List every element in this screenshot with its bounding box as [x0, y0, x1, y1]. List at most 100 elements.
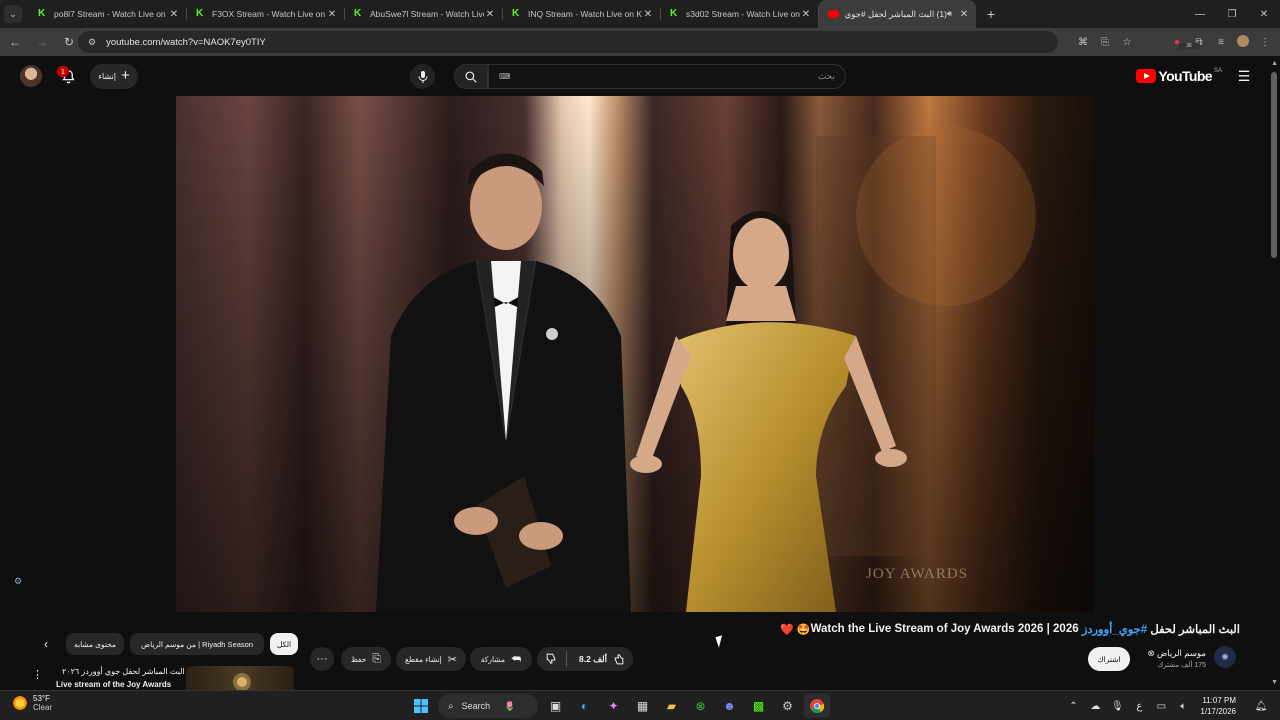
chrome-icon[interactable]	[803, 694, 830, 718]
share-button[interactable]: مشاركة ⮪	[470, 647, 532, 671]
translate-icon[interactable]: ⌘	[1072, 37, 1094, 48]
chip-related[interactable]: محتوى مشابه	[66, 633, 124, 655]
clock[interactable]: 11:07 PM 1/17/2026	[1200, 695, 1236, 717]
xbox-icon[interactable]: ⊗	[688, 694, 714, 718]
scroll-up-icon[interactable]: ▲	[1271, 60, 1278, 67]
video-player[interactable]: JOY AWARDS	[176, 96, 1094, 612]
dislike-button[interactable]	[545, 652, 558, 667]
more-icon: ···	[316, 653, 328, 665]
search-button[interactable]	[454, 64, 488, 89]
chevron-up-icon[interactable]: ⌃	[1062, 701, 1084, 712]
kebab-menu-icon[interactable]: ⋮	[32, 668, 43, 681]
tab-title: F3OX Stream - Watch Live on Kick	[212, 9, 326, 19]
voice-search-button[interactable]	[410, 64, 435, 89]
steam-icon[interactable]: ⚙	[775, 694, 801, 718]
network-icon[interactable]: ▭	[1150, 701, 1172, 712]
media-control-icon[interactable]: ≡	[1210, 37, 1232, 48]
forward-icon[interactable]: →	[30, 30, 54, 54]
extension-icon[interactable]: ● 36	[1166, 37, 1200, 49]
thumbs-up-icon	[614, 653, 624, 664]
store-icon[interactable]: ▦	[630, 694, 656, 718]
tab-search-button[interactable]: ⌄	[4, 5, 22, 23]
keyboard-icon[interactable]: ⌨	[499, 72, 511, 81]
chip-from-channel[interactable]: من موسم الرياض | Riyadh Season	[130, 633, 264, 655]
windows-start-icon[interactable]	[408, 694, 434, 718]
plus-icon: +	[121, 67, 130, 84]
close-icon[interactable]: ✕	[800, 9, 812, 20]
task-view-icon[interactable]: ▣	[543, 694, 569, 718]
close-icon[interactable]: ✕	[642, 9, 654, 20]
site-info-icon[interactable]: ⚙	[88, 37, 96, 48]
tab-title: (1) البث المباشر لحفل #جوي	[845, 8, 947, 19]
browser-tab-bar: ⌄ K po8l7 Stream - Watch Live on Kick ✕ …	[0, 0, 1280, 28]
bookmark-star-icon[interactable]: ☆	[1116, 37, 1138, 48]
video-title-hashtag[interactable]: #جوي_أووردز	[1082, 622, 1147, 636]
profile-avatar[interactable]	[1232, 34, 1254, 50]
url-text[interactable]: youtube.com/watch?v=NAOK7ey0TIY	[106, 37, 266, 48]
close-icon[interactable]: ✕	[168, 9, 180, 20]
recommendation-thumbnail[interactable]	[186, 666, 294, 690]
chip-all[interactable]: الكل	[270, 633, 298, 655]
subscribe-button[interactable]: اشتراك	[1088, 647, 1130, 671]
kick-app-icon[interactable]: ▩	[746, 694, 772, 718]
back-icon[interactable]: ←	[3, 30, 27, 54]
browser-tab-active[interactable]: (1) البث المباشر لحفل #جوي 🔊︎ ✕	[818, 0, 976, 28]
input-language[interactable]: ع	[1128, 701, 1150, 712]
recommendation-title-en[interactable]: Live stream of the Joy Awards	[56, 680, 171, 689]
tab-title: AbuSwe7l Stream - Watch Live on Kick	[370, 9, 484, 19]
search-input[interactable]: ⌨ بحث	[488, 64, 846, 89]
browser-tab[interactable]: K INQ Stream - Watch Live on Kick ✕	[502, 0, 660, 28]
close-icon[interactable]: ✕	[326, 9, 338, 20]
file-explorer-icon[interactable]: ▰	[659, 694, 685, 718]
youtube-logo[interactable]: YouTube SA	[1136, 68, 1222, 84]
clock-time: 11:07 PM	[1202, 696, 1236, 705]
omnibox[interactable]: ⚙ youtube.com/watch?v=NAOK7ey0TIY	[78, 31, 1058, 53]
create-button[interactable]: إنشاء +	[90, 64, 138, 89]
close-icon[interactable]: ✕	[484, 9, 496, 20]
youtube-icon	[828, 10, 839, 18]
microphone-icon[interactable]: 🎙︎	[1106, 701, 1128, 712]
like-button[interactable]: 8.2 ألف	[575, 653, 625, 666]
taskbar-search[interactable]: ⌕ Search 🌷	[438, 694, 538, 718]
new-tab-button[interactable]: +	[980, 3, 1002, 25]
channel-avatar[interactable]: ✺	[1214, 646, 1236, 668]
channel-name[interactable]: موسم الرياض ⊗	[1148, 648, 1206, 659]
scroll-down-icon[interactable]: ▼	[1271, 679, 1278, 686]
volume-icon[interactable]: 🔈︎	[1172, 701, 1194, 712]
speaker-icon[interactable]: 🔊︎	[947, 9, 952, 19]
notifications-bell-icon[interactable]: 🔔︎	[1250, 701, 1272, 712]
discord-icon[interactable]: ☻	[717, 694, 743, 718]
like-count: 8.2 ألف	[579, 653, 607, 664]
kick-icon: K	[38, 8, 46, 19]
clip-label: إنشاء مقطع	[405, 654, 442, 664]
taskbar-apps: ⌕ Search 🌷 ▣ ◐ ✦ ▦ ▰ ⊗ ☻ ▩ ⚙	[406, 694, 831, 718]
chevron-left-icon[interactable]: ‹	[38, 637, 54, 653]
close-window-icon[interactable]: ✕	[1248, 0, 1280, 28]
account-avatar[interactable]	[20, 65, 42, 87]
onedrive-icon[interactable]: ☁	[1084, 701, 1106, 712]
close-icon[interactable]: ✕	[958, 9, 970, 20]
minimize-icon[interactable]: —	[1184, 0, 1216, 28]
browser-tab[interactable]: K po8l7 Stream - Watch Live on Kick ✕	[28, 0, 186, 28]
hamburger-menu-icon[interactable]: ☰	[1234, 66, 1254, 86]
scrollbar-thumb[interactable]	[1271, 72, 1277, 258]
save-button[interactable]: حفظ ⎘	[341, 647, 391, 671]
install-icon[interactable]: ⎘	[1094, 37, 1116, 48]
weather-widget[interactable]: 53°F Clear	[12, 694, 52, 712]
flowers-icon: 🌷	[504, 700, 516, 711]
kebab-menu-icon[interactable]: ⋮	[1254, 37, 1276, 48]
video-title-prefix: البث المباشر لحفل	[1150, 624, 1240, 636]
more-actions-button[interactable]: ···	[310, 647, 334, 671]
browser-tab[interactable]: K F3OX Stream - Watch Live on Kick ✕	[186, 0, 344, 28]
clip-button[interactable]: إنشاء مقطع ✂	[396, 647, 466, 671]
restore-icon[interactable]: ❐	[1216, 0, 1248, 28]
page-widget-icon[interactable]: ⚙	[14, 576, 26, 590]
tab-title: INQ Stream - Watch Live on Kick	[528, 9, 642, 19]
browser-tab[interactable]: K AbuSwe7l Stream - Watch Live on Kick ✕	[344, 0, 502, 28]
browser-tab[interactable]: K s3d02 Stream - Watch Live on Kick ✕	[660, 0, 818, 28]
recommendation-title-ar[interactable]: البث المباشر لحفل جوي أووردز ٢٠٢٦	[62, 667, 185, 676]
search-placeholder: بحث	[817, 71, 835, 81]
kick-icon: K	[196, 8, 204, 19]
copilot-icon[interactable]: ✦	[601, 694, 627, 718]
edge-icon[interactable]: ◐	[572, 694, 598, 718]
